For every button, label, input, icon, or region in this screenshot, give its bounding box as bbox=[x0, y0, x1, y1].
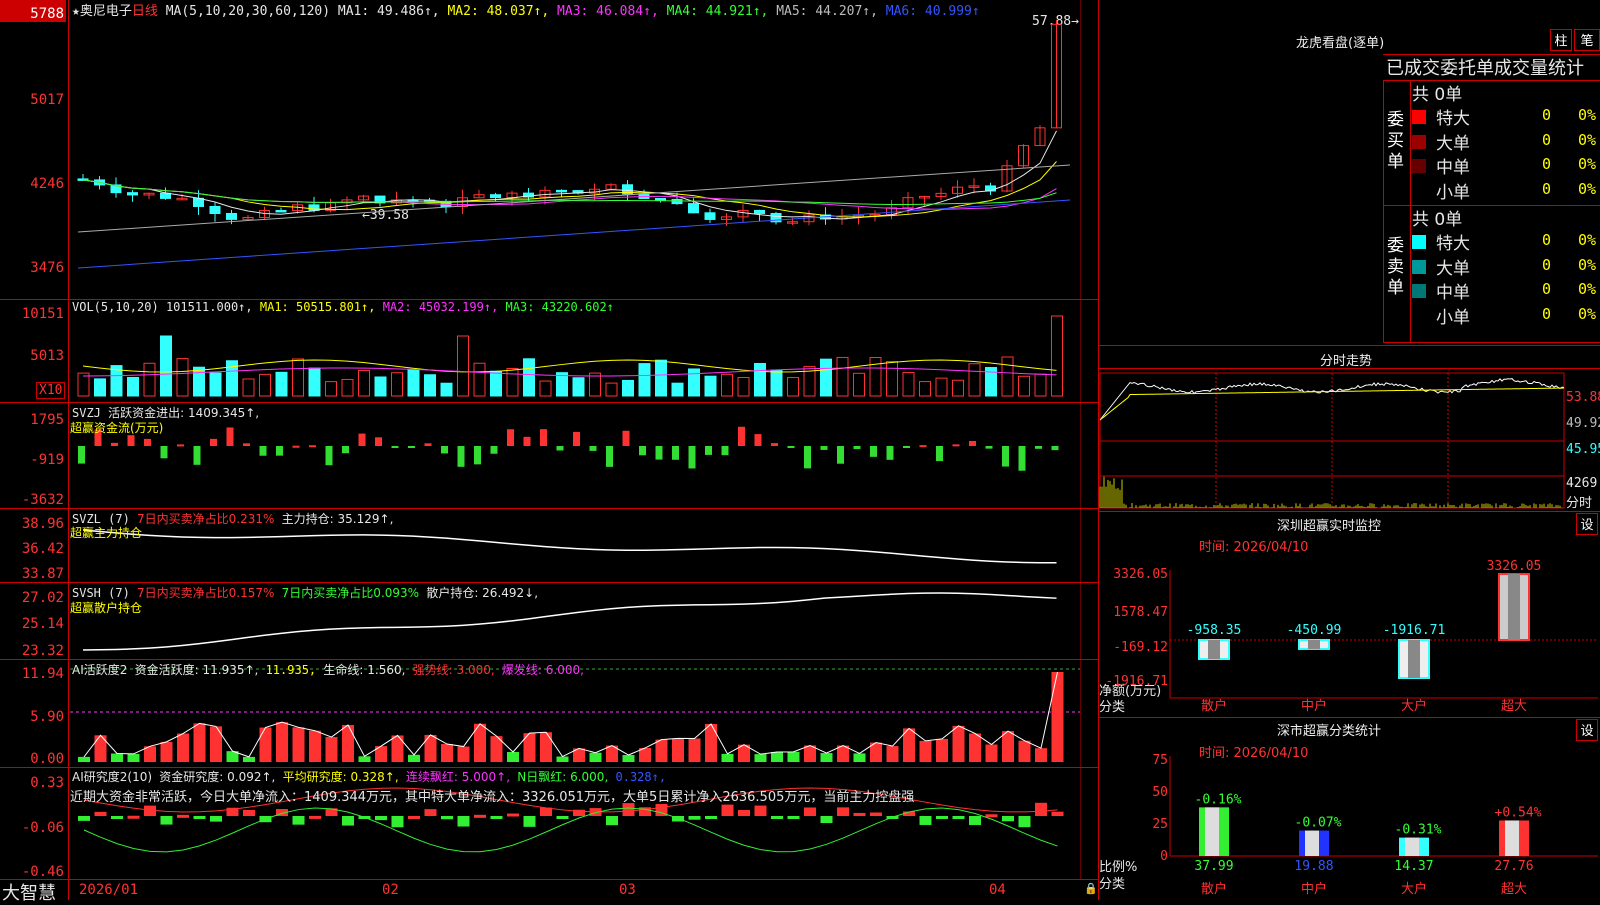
monitor-y-tick: -169.12 bbox=[1113, 640, 1168, 655]
stats-cat-label: 中户 bbox=[1301, 881, 1327, 897]
monitor-y-tick: 1578.47 bbox=[1113, 605, 1168, 620]
stats-cat-label: 分类 bbox=[1099, 877, 1126, 892]
stats-value-label: 19.88 bbox=[1294, 859, 1333, 874]
stats-title: 深市超赢分类统计 bbox=[1277, 724, 1382, 739]
stats-y-tick: 25 bbox=[1152, 817, 1168, 832]
monitor-bar-label: -1916.71 bbox=[1383, 623, 1446, 638]
monitor-y-tick: 3326.05 bbox=[1113, 567, 1168, 582]
stats-change-label: +0.54% bbox=[1495, 805, 1542, 820]
monitor-chart: 3326.05 1578.47 -169.12 -1916.71 -958.35 散户 -4… bbox=[1105, 559, 1598, 714]
stats-value-label: 14.37 bbox=[1394, 859, 1433, 874]
monitor-settings-button[interactable]: 设 bbox=[1576, 513, 1598, 535]
stats-top-line bbox=[1098, 717, 1600, 718]
stats-bar-shade bbox=[1205, 807, 1219, 856]
monitor-bar-label: -958.35 bbox=[1187, 623, 1242, 638]
stats-change-label: -0.07% bbox=[1295, 816, 1342, 831]
monitor-date: 时间: 2026/04/10 bbox=[1199, 540, 1309, 555]
monitor-bar-shade bbox=[1308, 640, 1320, 649]
fenshi-chart bbox=[1099, 372, 1565, 509]
stats-cat-label: 超大 bbox=[1501, 882, 1527, 897]
monitor-cat-label: 分类 bbox=[1099, 700, 1126, 715]
stats-bar-shade bbox=[1405, 837, 1419, 856]
monitor-bar-shade bbox=[1208, 640, 1220, 660]
stats-bar-shade bbox=[1505, 820, 1519, 856]
stats-change-label: -0.31% bbox=[1395, 823, 1442, 838]
stats-value-label: 27.76 bbox=[1494, 859, 1533, 874]
stats-date: 时间: 2026/04/10 bbox=[1199, 746, 1309, 761]
stats-y-tick: 0 bbox=[1160, 849, 1168, 864]
monitor-bar-label: -450.99 bbox=[1287, 623, 1342, 638]
stats-chart: 75 50 25 0 -0.16% 37.99 散户 -0.07% 19.88 中户 -0.31% 1… bbox=[1152, 753, 1598, 897]
monitor-bar-shade bbox=[1508, 574, 1520, 640]
monitor-cat-label: 超大 bbox=[1501, 699, 1527, 714]
fenshi-avg-line bbox=[1099, 387, 1565, 421]
stats-value-label: 37.99 bbox=[1194, 859, 1233, 874]
stats-cat-label: 散户 bbox=[1201, 881, 1227, 897]
monitor-top-line bbox=[1098, 511, 1600, 512]
stats-cat-label: 大户 bbox=[1401, 881, 1427, 897]
stats-bar-shade bbox=[1305, 830, 1319, 856]
monitor-cat-label: 散户 bbox=[1201, 698, 1227, 714]
stats-y-tick: 75 bbox=[1152, 753, 1168, 768]
stats-y-tick: 50 bbox=[1152, 785, 1168, 800]
stats-change-label: -0.16% bbox=[1195, 792, 1242, 807]
monitor-bar-shade bbox=[1408, 640, 1420, 679]
monitor-cat-label: 中户 bbox=[1301, 698, 1327, 714]
monitor-cat-label: 大户 bbox=[1401, 698, 1427, 714]
monitor-bar-label: 3326.05 bbox=[1487, 559, 1542, 574]
stats-settings-button[interactable]: 设 bbox=[1576, 719, 1598, 741]
fenshi-svg: 3326.05 1578.47 -169.12 -1916.71 -958.35 散户 -4… bbox=[1099, 372, 1598, 897]
monitor-title: 深圳超赢实时监控 bbox=[1277, 519, 1382, 534]
